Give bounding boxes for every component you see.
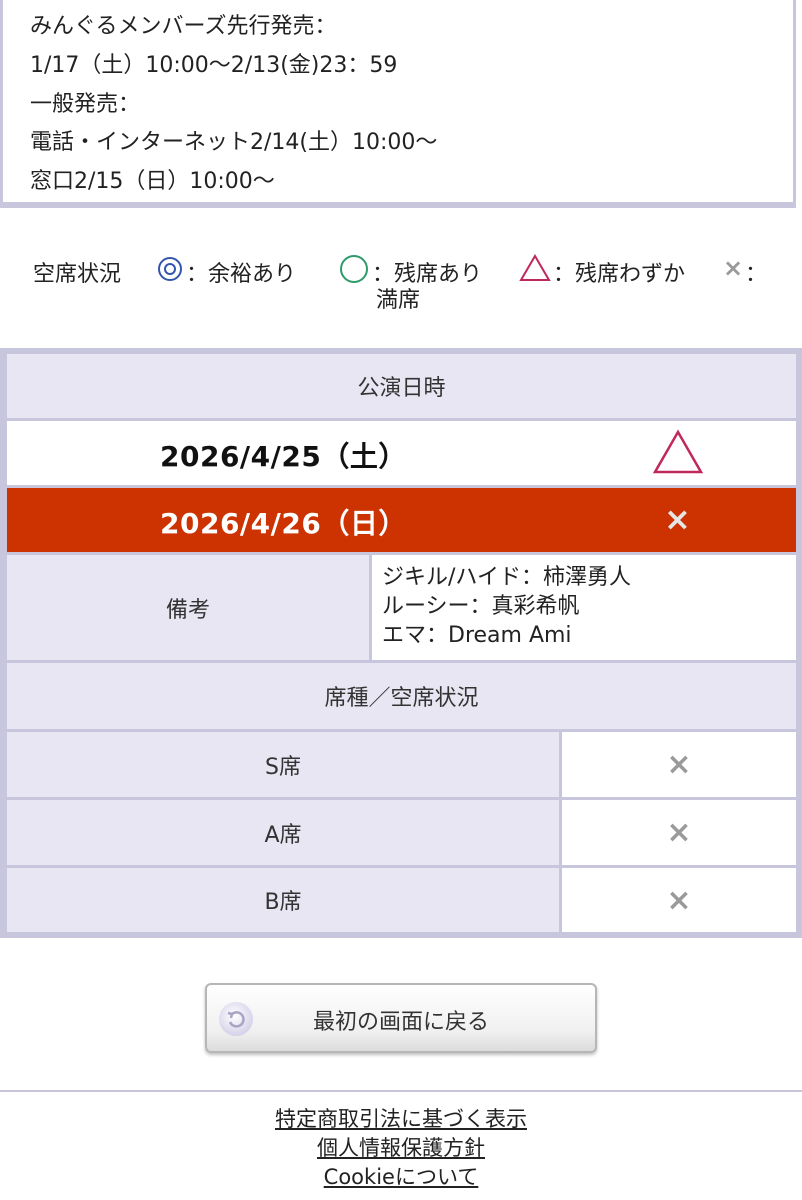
seat-type-cell: A席 (7, 800, 559, 865)
cross-icon: × (664, 500, 691, 538)
seat-type-cell: S席 (7, 732, 559, 797)
legend-label-few: ：残席わずか (553, 262, 686, 287)
notes-label: 備考 (165, 597, 210, 623)
triangle-icon (652, 429, 704, 474)
seat-type-label: A席 (264, 822, 302, 848)
legend-label-plenty: ：余裕あり (186, 262, 297, 287)
footer-link-cookie[interactable]: Cookieについて (0, 1161, 802, 1191)
circle-icon (340, 255, 368, 283)
double-circle-icon (158, 257, 182, 281)
legend-label-full: 満席 (376, 288, 421, 313)
footer-link-privacy-policy[interactable]: 個人情報保護方針 (0, 1132, 802, 1162)
seat-header-label: 席種／空席状況 (324, 686, 479, 711)
triangle-icon (519, 254, 551, 281)
seat-status-cell: × (562, 868, 796, 932)
legend-label-full-colon: ： (745, 262, 768, 287)
seat-status-legend: 空席状況 ：余裕あり ：残席あり ：残席わずか × ： 満席 (0, 254, 802, 314)
sale-info-line: 窓口2/15（日）10:00〜 (30, 169, 275, 194)
cast-note: エマ：Dream Ami (382, 623, 572, 648)
date-label: 2026/4/25（土） (160, 440, 407, 473)
schedule-header: 公演日時 (7, 354, 796, 418)
cast-note: ジキル/ハイド：柿澤勇人 (382, 565, 631, 590)
cast-note: ルーシー：真彩希帆 (382, 594, 580, 619)
schedule-header-label: 公演日時 (357, 376, 446, 401)
schedule-table: 公演日時 2026/4/25（土） 2026/4/26（日） × 備考 ジキル/… (0, 348, 802, 938)
sale-info-line: 一般発売： (30, 92, 141, 117)
seat-type-cell: B席 (7, 868, 559, 932)
seat-type-label: B席 (264, 890, 302, 915)
cross-icon: × (666, 815, 692, 850)
date-label: 2026/4/26（日） (160, 507, 407, 540)
sale-info-line: 電話・インターネット2/14(土）10:00〜 (30, 130, 438, 155)
footer-link-commerce-law[interactable]: 特定商取引法に基づく表示 (0, 1103, 802, 1133)
cross-icon: × (666, 747, 692, 782)
back-to-top-button[interactable]: 最初の画面に戻る (205, 983, 597, 1053)
seat-status-cell: × (562, 800, 796, 865)
seat-header: 席種／空席状況 (7, 663, 796, 729)
seat-type-label: S席 (265, 754, 301, 780)
notes-cell: ジキル/ハイド：柿澤勇人 ルーシー：真彩希帆 エマ：Dream Ami (372, 555, 796, 660)
sale-info-line: みんぐるメンバーズ先行発売： (30, 14, 337, 39)
date-row-selected[interactable]: 2026/4/26（日） × (7, 488, 796, 552)
footer-divider (0, 1090, 802, 1092)
back-button-label: 最初の画面に戻る (312, 1010, 489, 1035)
sale-info-box: みんぐるメンバーズ先行発売： 1/17（土）10:00〜2/13(金)23：59… (0, 0, 796, 208)
cross-icon: × (723, 254, 744, 282)
sale-info-line: 1/17（土）10:00〜2/13(金)23：59 (30, 53, 398, 78)
date-row[interactable]: 2026/4/25（土） (7, 421, 796, 485)
seat-status-cell: × (562, 732, 796, 797)
legend-title: 空席状況 (33, 262, 122, 287)
cross-icon: × (666, 882, 692, 918)
notes-label-cell: 備考 (7, 555, 369, 660)
